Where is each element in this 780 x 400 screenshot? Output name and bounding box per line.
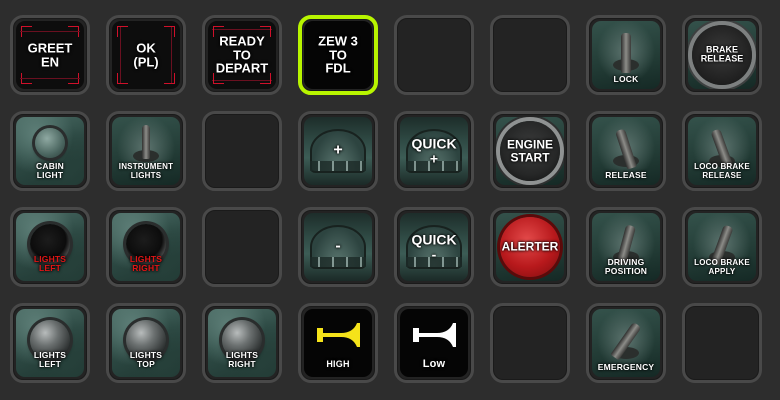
greet-en-label: GREET EN [27, 40, 73, 69]
ok-pl-label: OK (PL) [133, 40, 159, 69]
horn-high-label: HIGH [326, 358, 350, 369]
key-face: LIGHTS RIGHT [208, 309, 276, 377]
key-face: ALERTER [496, 213, 564, 281]
empty-key[interactable] [202, 207, 282, 287]
frame-line [212, 29, 272, 30]
loco-brake-apply-label: LOCO BRAKE APPLY [694, 258, 750, 276]
empty-key[interactable] [682, 303, 762, 383]
key-face: EMERGENCY [592, 309, 660, 377]
emergency-key[interactable]: EMERGENCY [586, 303, 666, 383]
frame-line [20, 78, 80, 79]
greet-en-key[interactable]: GREET EN [10, 15, 90, 95]
lights-left-key[interactable]: LIGHTS LEFT [10, 303, 90, 383]
quick-plus-key[interactable]: QUICK + [394, 111, 474, 191]
key-face: LIGHTS LEFT [16, 309, 84, 377]
cabin-switch-icon [35, 127, 65, 158]
key-face: READY TO DEPART [208, 21, 276, 89]
toggle-lever-icon [142, 125, 150, 160]
key-face: INSTRUMENT LIGHTS [112, 117, 180, 185]
emergency-label: EMERGENCY [597, 362, 655, 373]
throttle-plus-key[interactable]: + [298, 111, 378, 191]
lights-right-red-key[interactable]: LIGHTS RIGHT [106, 207, 186, 287]
key-face: LOCK [592, 21, 660, 89]
release-label: RELEASE [605, 170, 647, 181]
alerter-key[interactable]: ALERTER [490, 207, 570, 287]
empty-key[interactable] [490, 15, 570, 95]
key-face: RELEASE [592, 117, 660, 185]
empty-key[interactable] [490, 303, 570, 383]
key-face: QUICK + [400, 117, 468, 185]
key-face: GREET EN [16, 21, 84, 89]
console-gauges-icon [310, 257, 366, 267]
key-face: QUICK - [400, 213, 468, 281]
release-key[interactable]: RELEASE [586, 111, 666, 191]
lights-top-label: LIGHTS TOP [129, 350, 163, 370]
lights-top-key[interactable]: LIGHTS TOP [106, 303, 186, 383]
lights-right-label: LIGHTS RIGHT [225, 350, 259, 370]
throttle-plus-label: + [333, 141, 343, 159]
engine-start-key[interactable]: ENGINE START [490, 111, 570, 191]
instrument-lights-key[interactable]: INSTRUMENT LIGHTS [106, 111, 186, 191]
key-face: Low [400, 309, 468, 377]
zew3-to-fdl-key[interactable]: ZEW 3 TO FDL [298, 15, 378, 95]
frame-line [20, 31, 80, 32]
key-face: + [304, 117, 372, 185]
ready-to-depart-label: READY TO DEPART [215, 33, 269, 76]
alerter-label: ALERTER [501, 239, 559, 254]
key-face: BRAKE RELEASE [688, 21, 756, 89]
instrument-lights-label: INSTRUMENT LIGHTS [118, 162, 174, 180]
key-face: LIGHTS TOP [112, 309, 180, 377]
loco-brake-apply-key[interactable]: LOCO BRAKE APPLY [682, 207, 762, 287]
horn-icon [317, 322, 360, 347]
driving-position-label: DRIVING POSITION [604, 257, 648, 277]
lock-label: LOCK [613, 74, 639, 85]
cabin-light-key[interactable]: CABIN LIGHT [10, 111, 90, 191]
brake-release-label: BRAKE RELEASE [700, 44, 744, 64]
key-face: DRIVING POSITION [592, 213, 660, 281]
loco-brake-release-key[interactable]: LOCO BRAKE RELEASE [682, 111, 762, 191]
frame-line [212, 80, 272, 81]
loco-brake-release-label: LOCO BRAKE RELEASE [694, 162, 750, 180]
key-face: OK (PL) [112, 21, 180, 89]
quick-minus-label: QUICK - [411, 231, 457, 262]
throttle-minus-label: - [335, 237, 341, 255]
console-gauges-icon [310, 161, 366, 171]
lights-left-red-label: LIGHTS LEFT [33, 254, 67, 274]
brake-release-key[interactable]: BRAKE RELEASE [682, 15, 762, 95]
key-face: LIGHTS RIGHT [112, 213, 180, 281]
driving-position-key[interactable]: DRIVING POSITION [586, 207, 666, 287]
zew3-to-fdl-label: ZEW 3 TO FDL [318, 33, 358, 76]
key-face: LIGHTS LEFT [16, 213, 84, 281]
horn-low-label: Low [422, 358, 446, 371]
brake-lever-icon [621, 33, 631, 74]
horn-icon [413, 322, 456, 347]
empty-key[interactable] [394, 15, 474, 95]
ok-pl-key[interactable]: OK (PL) [106, 15, 186, 95]
key-face: LOCO BRAKE RELEASE [688, 117, 756, 185]
lights-right-red-label: LIGHTS RIGHT [129, 254, 163, 274]
cabin-light-label: CABIN LIGHT [36, 161, 64, 181]
lights-left-red-key[interactable]: LIGHTS LEFT [10, 207, 90, 287]
horn-low-key[interactable]: Low [394, 303, 474, 383]
key-face: CABIN LIGHT [16, 117, 84, 185]
key-face: HIGH [304, 309, 372, 377]
throttle-minus-key[interactable]: - [298, 207, 378, 287]
stream-deck-grid: GREET EN OK (PL) READY TO DEPART ZEW 3 T… [10, 15, 762, 383]
lights-left-label: LIGHTS LEFT [33, 350, 67, 370]
quick-minus-key[interactable]: QUICK - [394, 207, 474, 287]
key-face: ENGINE START [496, 117, 564, 185]
quick-plus-label: QUICK + [411, 135, 457, 166]
horn-high-key[interactable]: HIGH [298, 303, 378, 383]
lock-key[interactable]: LOCK [586, 15, 666, 95]
lights-right-key[interactable]: LIGHTS RIGHT [202, 303, 282, 383]
key-face: - [304, 213, 372, 281]
key-face: ZEW 3 TO FDL [304, 21, 372, 89]
empty-key[interactable] [202, 111, 282, 191]
key-face: LOCO BRAKE APPLY [688, 213, 756, 281]
ready-to-depart-key[interactable]: READY TO DEPART [202, 15, 282, 95]
engine-start-label: ENGINE START [506, 137, 553, 164]
